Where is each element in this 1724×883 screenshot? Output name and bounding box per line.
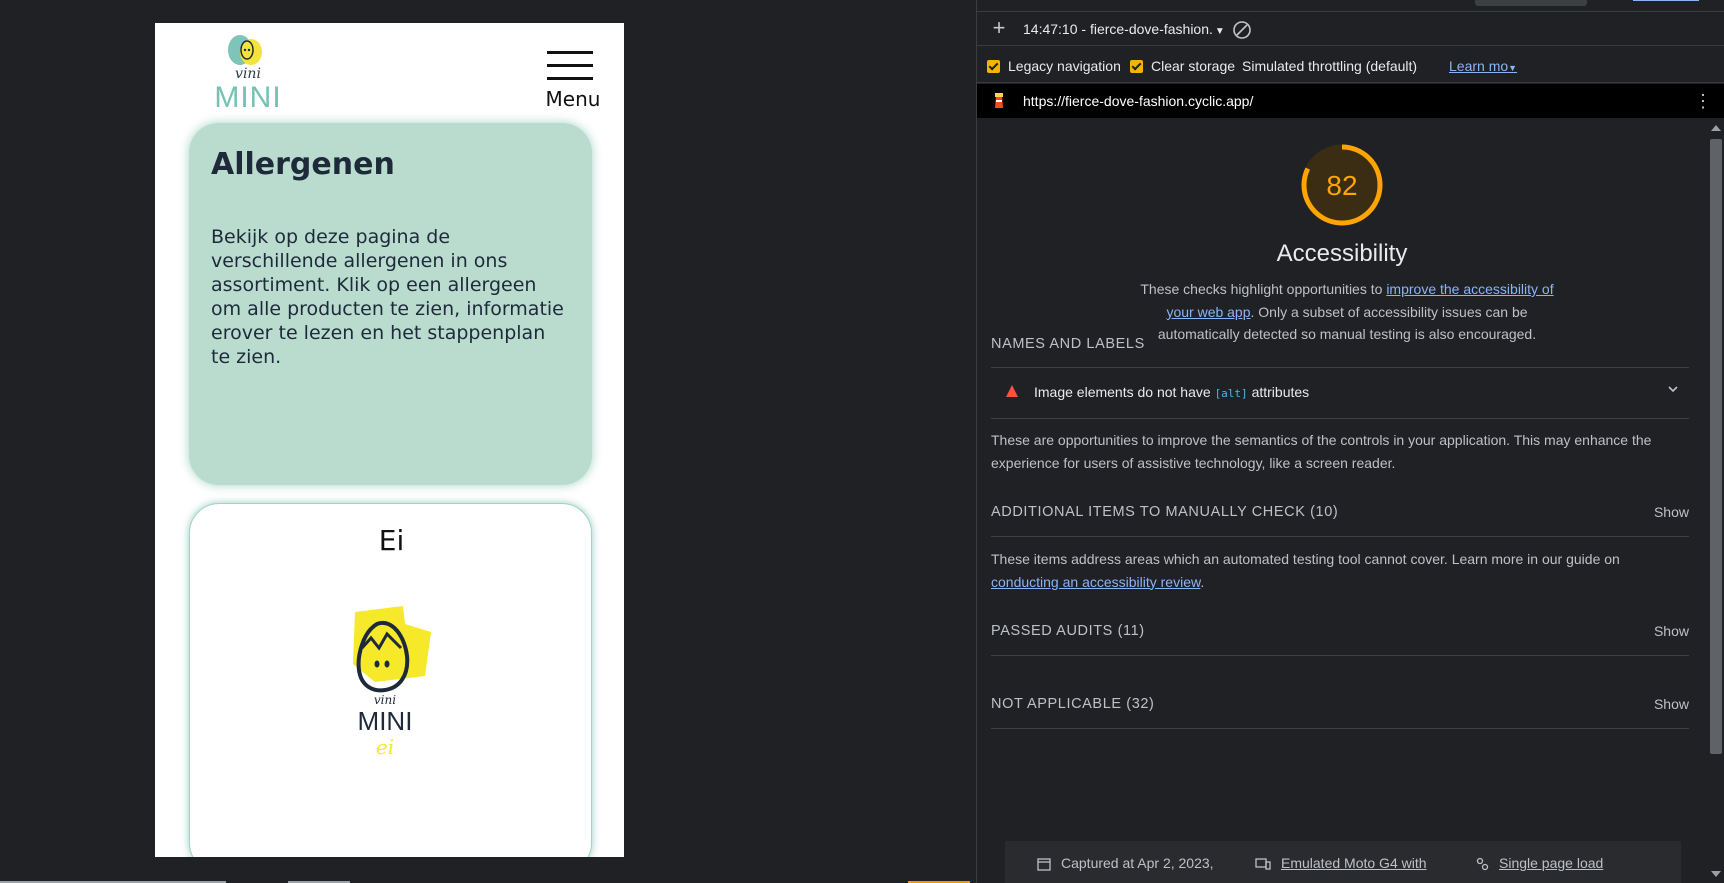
menu-button[interactable]: Menu [528,37,618,113]
report-url-bar: https://fierce-dove-fashion.cyclic.app/ … [977,84,1724,118]
dropdown-caret-icon: ▼ [1508,63,1518,73]
scroll-up-arrow-icon[interactable] [1711,125,1721,131]
lighthouse-icon [995,93,1003,108]
truncated-link[interactable] [1633,0,1699,1]
show-toggle[interactable]: Show [1654,696,1689,712]
checkbox-checked-icon [987,59,1000,73]
lighthouse-toolbar: + 14:47:10 - fierce-dove-fashion. ▼ [977,13,1724,46]
logo-badge-icon [228,35,262,65]
run-icon [1476,857,1489,871]
group-title: NOT APPLICABLE (32) [991,696,1155,712]
audit-title-pre: Image elements do not have [1034,384,1215,400]
dropdown-caret-icon: ▼ [1214,26,1225,37]
screen: { "mobile": { "logo": { "vini": "vini", … [0,0,1724,883]
not-applicable-group[interactable]: NOT APPLICABLE (32) Show [991,696,1689,712]
single-page-load[interactable]: Single page load [1475,855,1603,871]
logo-vini-text: vini [235,66,261,82]
single-page-load-text: Single page load [1499,855,1604,871]
group-title: ADDITIONAL ITEMS TO MANUALLY CHECK (10) [991,504,1339,520]
truncated-button[interactable] [1475,0,1587,6]
manual-check-group[interactable]: ADDITIONAL ITEMS TO MANUALLY CHECK (10) … [991,504,1689,520]
report-url[interactable]: https://fierce-dove-fashion.cyclic.app/ [1023,93,1253,109]
devtools-top-line [977,0,1724,12]
category-title: Accessibility [1276,240,1408,267]
calendar-icon [1037,858,1051,871]
logo-mini-text: MINI [214,81,282,114]
score-value: 82 [1326,170,1358,201]
learn-more-link[interactable]: Learn mo▼ [1449,58,1517,74]
devtools-panel: + 14:47:10 - fierce-dove-fashion. ▼ Legac… [976,0,1724,883]
group-title: NAMES AND LABELS [991,336,1145,352]
lighthouse-report: 82 Accessibility These checks highlight … [977,119,1707,883]
emulated-device-text: Emulated Moto G4 with [1281,855,1427,871]
divider [991,418,1689,419]
audit-title-post: attributes [1247,384,1310,400]
divider [991,728,1689,729]
vini-mini-logo[interactable]: vini MINI [205,33,291,117]
captured-at-text: Captured at Apr 2, 2023, [1061,855,1214,871]
hamburger-icon [547,51,593,81]
passed-audits-group[interactable]: PASSED AUDITS (11) Show [991,623,1689,639]
accessibility-review-link[interactable]: conducting an accessibility review [991,574,1200,590]
allergen-card-title: Ei [378,524,405,557]
report-select[interactable]: 14:47:10 - fierce-dove-fashion. ▼ [1023,21,1225,37]
intro-text: Bekijk op deze pagina de verschillende a… [211,226,564,368]
intro-card: Allergenen Bekijk op deze pagina de vers… [189,123,592,485]
bottom-tab-strip [0,879,976,883]
clear-storage-label: Clear storage [1151,58,1236,74]
more-options-icon[interactable]: ⋮ [1693,90,1713,112]
clear-reports-icon[interactable] [1231,19,1253,41]
report-footer: Captured at Apr 2, 2023, Emulated Moto G… [1005,841,1681,883]
audit-image-alt[interactable]: Image elements do not have [alt] attribu… [991,368,1689,418]
report-select-label: 14:47:10 - fierce-dove-fashion. [1023,21,1213,37]
devices-icon [1255,858,1271,870]
clear-storage-checkbox[interactable]: Clear storage [1130,58,1235,74]
allergen-card-ei[interactable]: Ei vini MINI ei [189,503,592,857]
category-desc-text: These checks highlight opportunities to [1140,281,1387,297]
audit-title-code: [alt] [1214,387,1248,400]
lighthouse-settings-bar: Legacy navigation Clear storage Simulate… [977,47,1724,83]
scroll-thumb[interactable] [1710,139,1722,754]
captured-at: Captured at Apr 2, 2023, [1037,855,1214,871]
image-vini-text: vini [374,693,396,707]
checkbox-checked-icon [1130,59,1143,73]
group-title: PASSED AUDITS (11) [991,623,1145,639]
emulated-device[interactable]: Emulated Moto G4 with [1255,855,1427,871]
new-report-icon[interactable]: + [987,17,1011,41]
egg-allergen-image: vini MINI ei [353,606,431,759]
page-title: Allergenen [211,147,395,182]
learn-more-label: Learn mo [1449,58,1509,74]
mobile-viewport: vini MINI Menu Allergenen Bekijk op deze… [155,23,624,857]
report-scrollbar[interactable] [1707,119,1724,883]
names-labels-description: These are opportunities to improve the s… [991,432,1652,471]
throttling-label: Simulated throttling (default) [1242,58,1418,74]
audit-title: Image elements do not have [alt] attribu… [1034,384,1309,400]
show-toggle[interactable]: Show [1654,504,1689,520]
menu-label: Menu [545,87,601,111]
divider [991,536,1689,537]
show-toggle[interactable]: Show [1654,623,1689,639]
image-ei-text: ei [376,735,394,759]
fail-triangle-icon [1006,385,1018,397]
manual-check-description: These items address areas which an autom… [991,548,1689,593]
legacy-navigation-checkbox[interactable]: Legacy navigation [987,58,1121,74]
manual-desc-text: These items address areas which an autom… [991,551,1620,567]
image-mini-text: MINI [358,706,413,736]
scroll-down-arrow-icon[interactable] [1711,871,1721,877]
chevron-down-icon [1668,386,1678,393]
legacy-navigation-label: Legacy navigation [1008,58,1121,74]
manual-desc-text-2: . [1200,573,1205,590]
site-header: vini MINI Menu [155,23,624,119]
divider [991,655,1689,656]
names-labels-group: NAMES AND LABELS [991,336,1689,352]
